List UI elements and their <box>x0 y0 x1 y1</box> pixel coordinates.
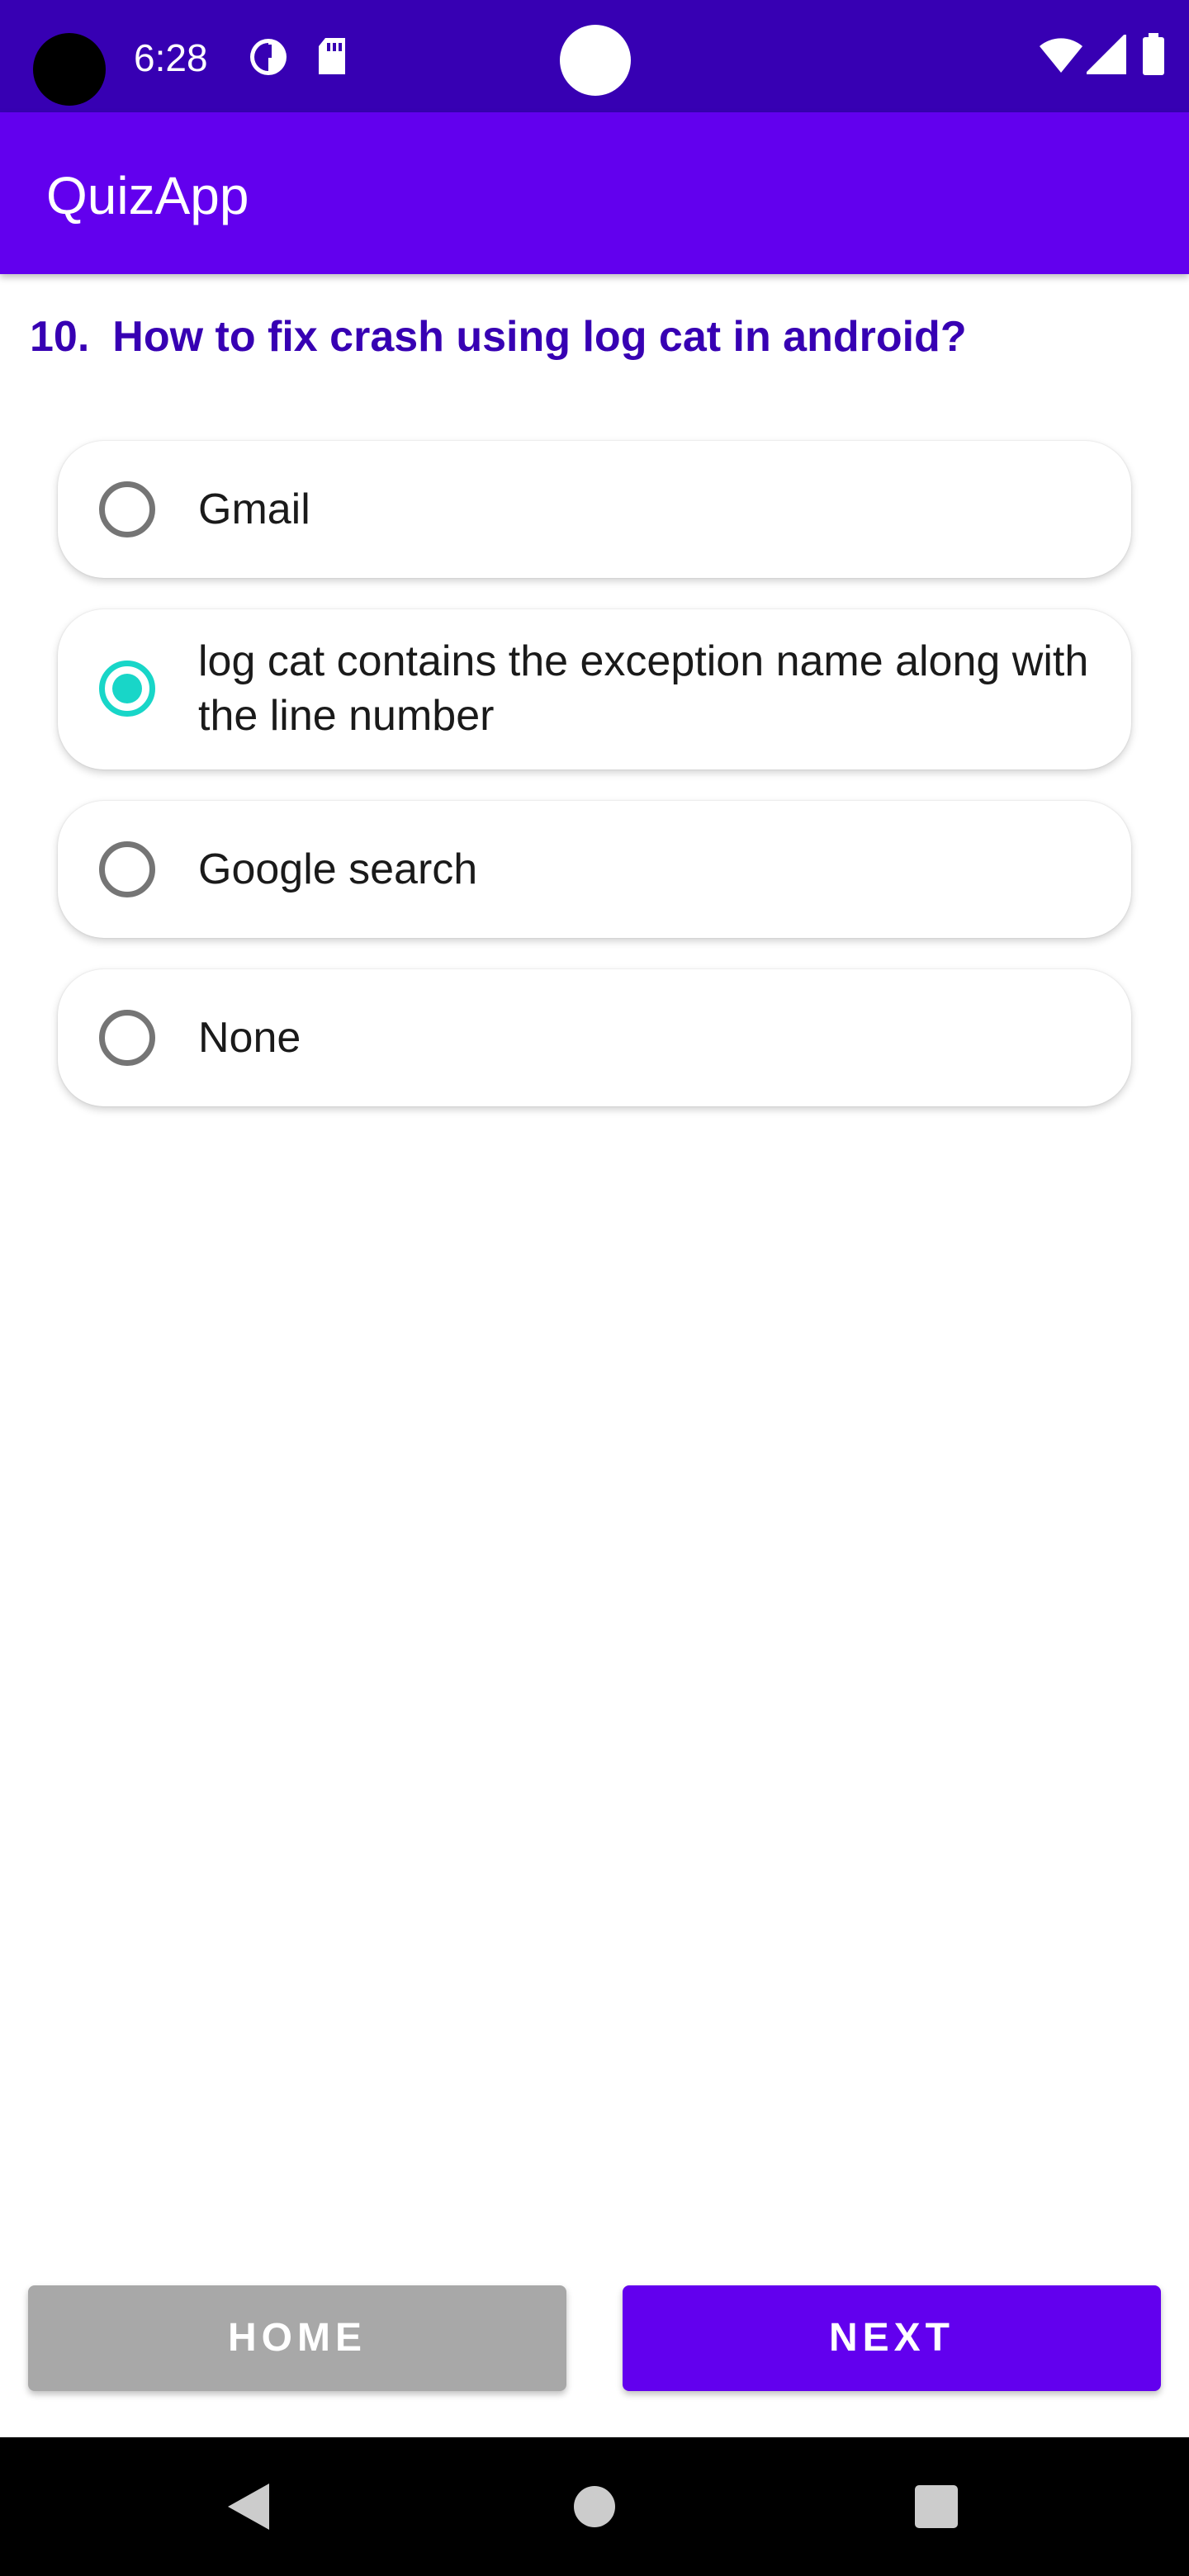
question-number: 10. <box>30 313 90 361</box>
home-icon[interactable] <box>545 2437 644 2576</box>
radio-button[interactable] <box>99 841 155 897</box>
recents-icon[interactable] <box>887 2437 986 2576</box>
option-label: log cat contains the exception name alon… <box>198 637 1089 740</box>
battery-icon <box>1143 33 1164 75</box>
radio-button-selected[interactable] <box>99 661 155 717</box>
navigation-bar <box>0 2437 1189 2576</box>
option-label: Google search <box>198 845 478 893</box>
status-bar: 6:28 <box>0 0 1189 112</box>
wifi-icon <box>1040 38 1082 73</box>
signal-icon <box>1087 35 1126 74</box>
quiz-screen: 6:28 QuizApp 10. How to fix crash using … <box>0 0 1189 2576</box>
sd-card-icon <box>319 38 345 74</box>
option-gmail[interactable]: Gmail <box>58 441 1131 578</box>
radio-button[interactable] <box>99 481 155 537</box>
question-label: How to fix crash using log cat in androi… <box>112 313 967 361</box>
option-google-search[interactable]: Google search <box>58 801 1131 938</box>
option-label: Gmail <box>198 485 310 533</box>
notification-dot <box>560 25 631 96</box>
radio-button[interactable] <box>99 1010 155 1066</box>
app-title: QuizApp <box>46 166 249 225</box>
question-text: 10. How to fix crash using log cat in and… <box>30 305 1169 368</box>
next-button[interactable]: NEXT <box>623 2285 1161 2391</box>
app-bar: QuizApp <box>0 112 1189 274</box>
home-button[interactable]: HOME <box>28 2285 566 2391</box>
status-time: 6:28 <box>134 36 208 79</box>
option-label: None <box>198 1014 301 1062</box>
data-saver-icon <box>250 39 287 75</box>
camera-hole <box>33 33 106 106</box>
option-log-cat[interactable]: log cat contains the exception name alon… <box>58 609 1131 769</box>
option-none[interactable]: None <box>58 969 1131 1106</box>
back-icon[interactable] <box>198 2437 297 2576</box>
